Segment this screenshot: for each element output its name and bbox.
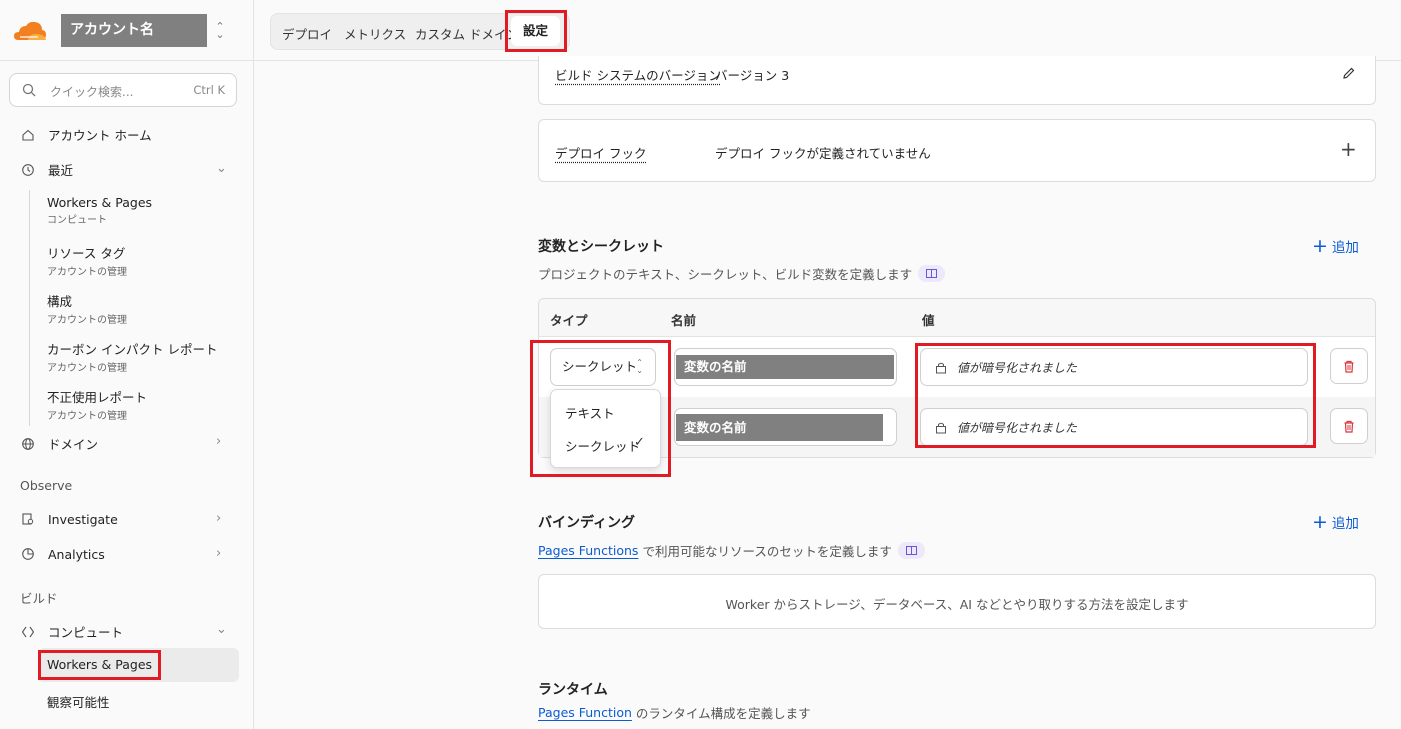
compute-icon: [20, 624, 36, 640]
highlight-workers-pages: [38, 650, 161, 680]
add-hook-plus-icon[interactable]: +: [1340, 137, 1357, 161]
variables-description: プロジェクトのテキスト、シークレット、ビルド変数を定義します: [538, 264, 946, 283]
delete-row-button[interactable]: [1330, 348, 1368, 384]
edit-pencil-icon[interactable]: [1342, 66, 1356, 80]
recent-item-workers-pages[interactable]: Workers & Pages コンピュート: [47, 195, 152, 226]
deploy-hooks-card: デプロイ フック デプロイ フックが定義されていません +: [538, 119, 1376, 182]
chevron-right-icon[interactable]: ›: [216, 511, 221, 526]
search-icon: [22, 83, 36, 97]
docs-book-icon[interactable]: [918, 265, 946, 282]
deploy-hooks-value: デプロイ フックが定義されていません: [715, 146, 931, 161]
recent-item-carbon-impact[interactable]: カーボン インパクト レポート アカウントの管理: [47, 339, 217, 374]
home-icon: [20, 127, 36, 143]
tab-deploy[interactable]: デプロイ: [282, 24, 332, 43]
build-system-card: ビルド システムのバージョン バージョン 3: [538, 56, 1376, 105]
tab-custom-domain[interactable]: カスタム ドメイン: [415, 24, 519, 43]
bindings-empty-card: Worker からストレージ、データベース、AI などとやり取りする方法を設定し…: [538, 574, 1376, 629]
highlight-settings-tab: [505, 10, 567, 52]
pages-functions-link[interactable]: Pages Functions: [538, 543, 638, 558]
plus-icon: +: [1312, 235, 1328, 257]
bindings-empty-text: Worker からストレージ、データベース、AI などとやり取りする方法を設定し…: [725, 597, 1189, 612]
add-variable-button[interactable]: + 追加: [1312, 235, 1359, 257]
plus-icon: +: [1312, 511, 1328, 533]
account-switch-icon[interactable]: ⌃ ⌄: [214, 21, 226, 40]
sidebar-item-observability[interactable]: 観察可能性: [47, 692, 110, 711]
quick-search-input[interactable]: クイック検索... Ctrl K: [9, 73, 237, 107]
bindings-description: Pages Functions で利用可能なリソースのセットを定義します: [538, 541, 925, 560]
name-input-value: 変数の名前: [676, 414, 883, 441]
column-type: タイプ: [550, 313, 588, 328]
search-shortcut: Ctrl K: [193, 83, 225, 97]
recent-item-abuse-report[interactable]: 不正使用レポート アカウントの管理: [47, 387, 147, 422]
build-system-label: ビルド システムのバージョン: [555, 68, 721, 83]
globe-icon: [20, 436, 36, 452]
chevron-right-icon[interactable]: ›: [216, 434, 221, 449]
chevron-right-icon[interactable]: ›: [216, 546, 221, 561]
add-binding-button[interactable]: + 追加: [1312, 511, 1359, 533]
investigate-icon: [20, 511, 36, 527]
sidebar-item-investigate[interactable]: Investigate: [20, 511, 118, 527]
sidebar-divider: [0, 60, 254, 61]
column-value: 値: [922, 313, 935, 328]
name-input-value: 変数の名前: [676, 355, 894, 379]
chevron-down-icon[interactable]: ⌄: [216, 622, 227, 637]
trash-icon: [1344, 360, 1354, 373]
sidebar-item-compute[interactable]: コンピュート: [20, 622, 123, 641]
variables-title: 変数とシークレット: [538, 239, 664, 255]
recent-tree-line: [29, 190, 30, 426]
pages-function-link[interactable]: Pages Function: [538, 705, 632, 720]
build-system-value: バージョン 3: [715, 68, 790, 83]
sidebar-item-analytics[interactable]: Analytics: [20, 546, 105, 562]
history-icon: [20, 162, 36, 178]
tab-metrics[interactable]: メトリクス: [344, 24, 406, 43]
sidebar-item-domain[interactable]: ドメイン: [20, 434, 98, 453]
runtime-title: ランタイム: [538, 682, 608, 698]
docs-book-icon[interactable]: [897, 542, 925, 559]
runtime-description: Pages Function のランタイム構成を定義します: [538, 705, 811, 721]
highlight-type-column: [530, 340, 671, 477]
table-header: タイプ 名前 値: [539, 299, 1375, 337]
column-name: 名前: [671, 313, 697, 328]
analytics-pie-icon: [20, 546, 36, 562]
group-build: ビルド: [20, 591, 58, 606]
sidebar: アカウント名 ⌃ ⌄ クイック検索... Ctrl K アカウント ホーム 最近 …: [0, 0, 254, 729]
highlight-value-column: [915, 343, 1316, 448]
delete-row-button[interactable]: [1330, 408, 1368, 444]
bindings-title: バインディング: [538, 515, 636, 531]
recent-item-resource-tags[interactable]: リソース タグ アカウントの管理: [47, 243, 127, 278]
chevron-down-icon[interactable]: ⌄: [216, 161, 227, 176]
top-bar: デプロイ メトリクス カスタム ドメイン 設定: [254, 0, 1401, 61]
sidebar-item-recent[interactable]: 最近: [20, 160, 73, 179]
trash-icon: [1344, 420, 1354, 433]
cloudflare-logo-icon[interactable]: [12, 20, 48, 42]
sidebar-item-account-home[interactable]: アカウント ホーム: [20, 125, 152, 144]
group-observe: Observe: [20, 478, 73, 493]
deploy-hooks-label: デプロイ フック: [555, 146, 647, 161]
search-placeholder: クイック検索...: [50, 85, 134, 99]
recent-item-configuration[interactable]: 構成 アカウントの管理: [47, 291, 127, 326]
account-selector[interactable]: アカウント名: [61, 14, 207, 47]
